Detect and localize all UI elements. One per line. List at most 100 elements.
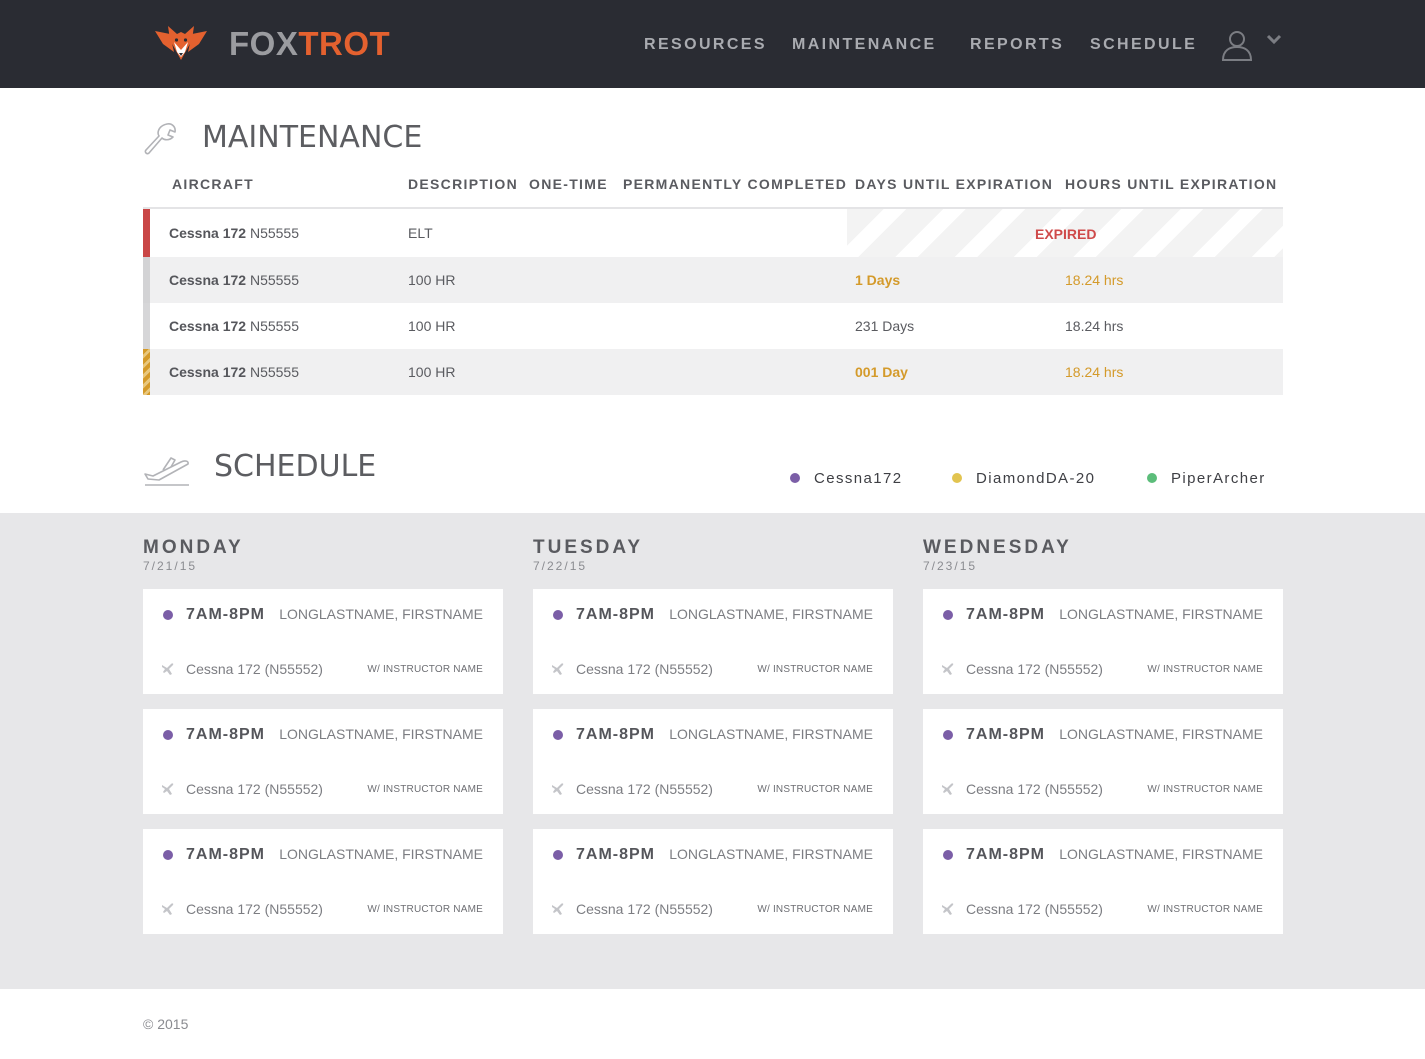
booking-aircraft: Cessna 172 (N55552): [966, 661, 1103, 677]
table-row[interactable]: Cessna 172 N55555 100 HR 001 Day 18.24 h…: [143, 349, 1283, 395]
column-header-aircraft[interactable]: AIRCRAFT: [172, 175, 254, 193]
day-date: 7/21/15: [143, 559, 198, 573]
booking-card[interactable]: 7AM-8PM LONGLASTNAME, FIRSTNAME Cessna 172…: [923, 829, 1283, 934]
column-header-hours-until-expiration[interactable]: HOURS UNTIL EXPIRATION: [1065, 175, 1277, 193]
schedule-title: SCHEDULE: [214, 449, 377, 484]
aircraft-cell: Cessna 172 N55555: [169, 364, 299, 380]
day-date: 7/22/15: [533, 559, 588, 573]
nav-schedule[interactable]: SCHEDULE: [1090, 34, 1197, 56]
aircraft-cell: Cessna 172 N55555: [169, 318, 299, 334]
hours-until-expiration-cell: 18.24 hrs: [1065, 318, 1124, 334]
legend-dot: [1147, 473, 1157, 483]
table-row[interactable]: Cessna 172 N55555 100 HR 231 Days 18.24 …: [143, 303, 1283, 349]
day-name-monday: MONDAY: [143, 537, 244, 558]
booking-time: 7AM-8PM: [576, 726, 656, 743]
booking-card[interactable]: 7AM-8PM LONGLASTNAME, FIRSTNAME Cessna 172…: [533, 589, 893, 694]
booking-instructor: W/ INSTRUCTOR NAME: [1147, 784, 1263, 795]
airplane-icon: [161, 902, 175, 916]
booking-person: LONGLASTNAME, FIRSTNAME: [279, 846, 483, 862]
description-cell: 100 HR: [408, 272, 456, 288]
chevron-down-icon[interactable]: [1266, 32, 1282, 46]
fox-logo-icon: [155, 22, 207, 67]
booking-aircraft: Cessna 172 (N55552): [186, 901, 323, 917]
description-cell: 100 HR: [408, 364, 456, 380]
aircraft-color-dot: [943, 850, 953, 860]
logo[interactable]: FOXTROT: [155, 24, 390, 64]
aircraft-cell: Cessna 172 N55555: [169, 225, 299, 241]
aircraft-cell: Cessna 172 N55555: [169, 272, 299, 288]
airplane-icon: [551, 902, 565, 916]
day-name-tuesday: TUESDAY: [533, 537, 644, 558]
legend-item-diamondda20[interactable]: DiamondDA-20: [952, 470, 1095, 488]
wrench-icon: [143, 121, 179, 157]
booking-card[interactable]: 7AM-8PM LONGLASTNAME, FIRSTNAME Cessna 172…: [533, 829, 893, 934]
copyright-text: © 2015: [143, 1016, 189, 1032]
legend-dot: [952, 473, 962, 483]
aircraft-color-dot: [553, 610, 563, 620]
aircraft-color-dot: [553, 730, 563, 740]
booking-aircraft: Cessna 172 (N55552): [186, 661, 323, 677]
nav-reports[interactable]: REPORTS: [970, 34, 1064, 56]
booking-time: 7AM-8PM: [966, 606, 1046, 623]
user-avatar-icon[interactable]: [1220, 28, 1254, 62]
booking-instructor: W/ INSTRUCTOR NAME: [367, 784, 483, 795]
booking-instructor: W/ INSTRUCTOR NAME: [757, 664, 873, 675]
booking-card[interactable]: 7AM-8PM LONGLASTNAME, FIRSTNAME Cessna 172…: [533, 709, 893, 814]
booking-person: LONGLASTNAME, FIRSTNAME: [669, 726, 873, 742]
aircraft-color-dot: [943, 730, 953, 740]
description-cell: ELT: [408, 225, 433, 241]
airplane-icon: [941, 902, 955, 916]
maintenance-title: MAINTENANCE: [202, 120, 423, 155]
expired-status-label: EXPIRED: [1035, 226, 1097, 242]
nav-maintenance[interactable]: MAINTENANCE: [792, 34, 937, 56]
booking-instructor: W/ INSTRUCTOR NAME: [1147, 904, 1263, 915]
booking-card[interactable]: 7AM-8PM LONGLASTNAME, FIRSTNAME Cessna 172…: [143, 709, 503, 814]
days-until-expiration-cell: 231 Days: [855, 318, 915, 334]
booking-person: LONGLASTNAME, FIRSTNAME: [669, 606, 873, 622]
table-row[interactable]: Cessna 172 N55555 ELT EXPIRED: [143, 209, 1283, 257]
legend-item-cessna172[interactable]: Cessna172: [790, 470, 903, 488]
aircraft-color-dot: [163, 850, 173, 860]
column-header-days-until-expiration[interactable]: DAYS UNTIL EXPIRATION: [855, 175, 1053, 193]
booking-instructor: W/ INSTRUCTOR NAME: [1147, 664, 1263, 675]
booking-person: LONGLASTNAME, FIRSTNAME: [279, 726, 483, 742]
column-header-permanently-completed[interactable]: PERMANENTLY COMPLETED: [623, 175, 847, 193]
aircraft-color-dot: [943, 610, 953, 620]
column-header-one-time[interactable]: ONE-TIME: [529, 175, 608, 193]
hours-until-expiration-cell: 18.24 hrs: [1065, 364, 1124, 380]
booking-time: 7AM-8PM: [186, 726, 266, 743]
booking-aircraft: Cessna 172 (N55552): [576, 901, 713, 917]
description-cell: 100 HR: [408, 318, 456, 334]
airplane-icon: [551, 782, 565, 796]
status-indicator-expired: [143, 209, 150, 257]
legend-item-piperarcher[interactable]: PiperArcher: [1147, 470, 1266, 488]
booking-card[interactable]: 7AM-8PM LONGLASTNAME, FIRSTNAME Cessna 172…: [923, 709, 1283, 814]
brand-name: FOXTROT: [229, 25, 391, 62]
booking-instructor: W/ INSTRUCTOR NAME: [757, 904, 873, 915]
booking-time: 7AM-8PM: [186, 606, 266, 623]
booking-time: 7AM-8PM: [966, 726, 1046, 743]
table-row[interactable]: Cessna 172 N55555 100 HR 1 Days 18.24 hr…: [143, 257, 1283, 303]
airplane-icon: [161, 662, 175, 676]
airplane-icon: [941, 782, 955, 796]
column-header-description[interactable]: DESCRIPTION: [408, 175, 518, 193]
top-navigation-bar: FOXTROT RESOURCES MAINTENANCE REPORTS SC…: [0, 0, 1425, 88]
booking-card[interactable]: 7AM-8PM LONGLASTNAME, FIRSTNAME Cessna 172…: [923, 589, 1283, 694]
booking-person: LONGLASTNAME, FIRSTNAME: [1059, 726, 1263, 742]
booking-card[interactable]: 7AM-8PM LONGLASTNAME, FIRSTNAME Cessna 172…: [143, 589, 503, 694]
aircraft-color-dot: [163, 730, 173, 740]
status-indicator: [143, 303, 150, 349]
booking-card[interactable]: 7AM-8PM LONGLASTNAME, FIRSTNAME Cessna 172…: [143, 829, 503, 934]
hours-until-expiration-cell: 18.24 hrs: [1065, 272, 1124, 288]
booking-instructor: W/ INSTRUCTOR NAME: [757, 784, 873, 795]
legend-dot: [790, 473, 800, 483]
airplane-takeoff-icon: [143, 454, 191, 488]
booking-person: LONGLASTNAME, FIRSTNAME: [1059, 606, 1263, 622]
aircraft-color-dot: [553, 850, 563, 860]
nav-resources[interactable]: RESOURCES: [644, 34, 767, 56]
booking-aircraft: Cessna 172 (N55552): [186, 781, 323, 797]
airplane-icon: [551, 662, 565, 676]
booking-instructor: W/ INSTRUCTOR NAME: [367, 664, 483, 675]
booking-aircraft: Cessna 172 (N55552): [576, 781, 713, 797]
booking-time: 7AM-8PM: [576, 606, 656, 623]
